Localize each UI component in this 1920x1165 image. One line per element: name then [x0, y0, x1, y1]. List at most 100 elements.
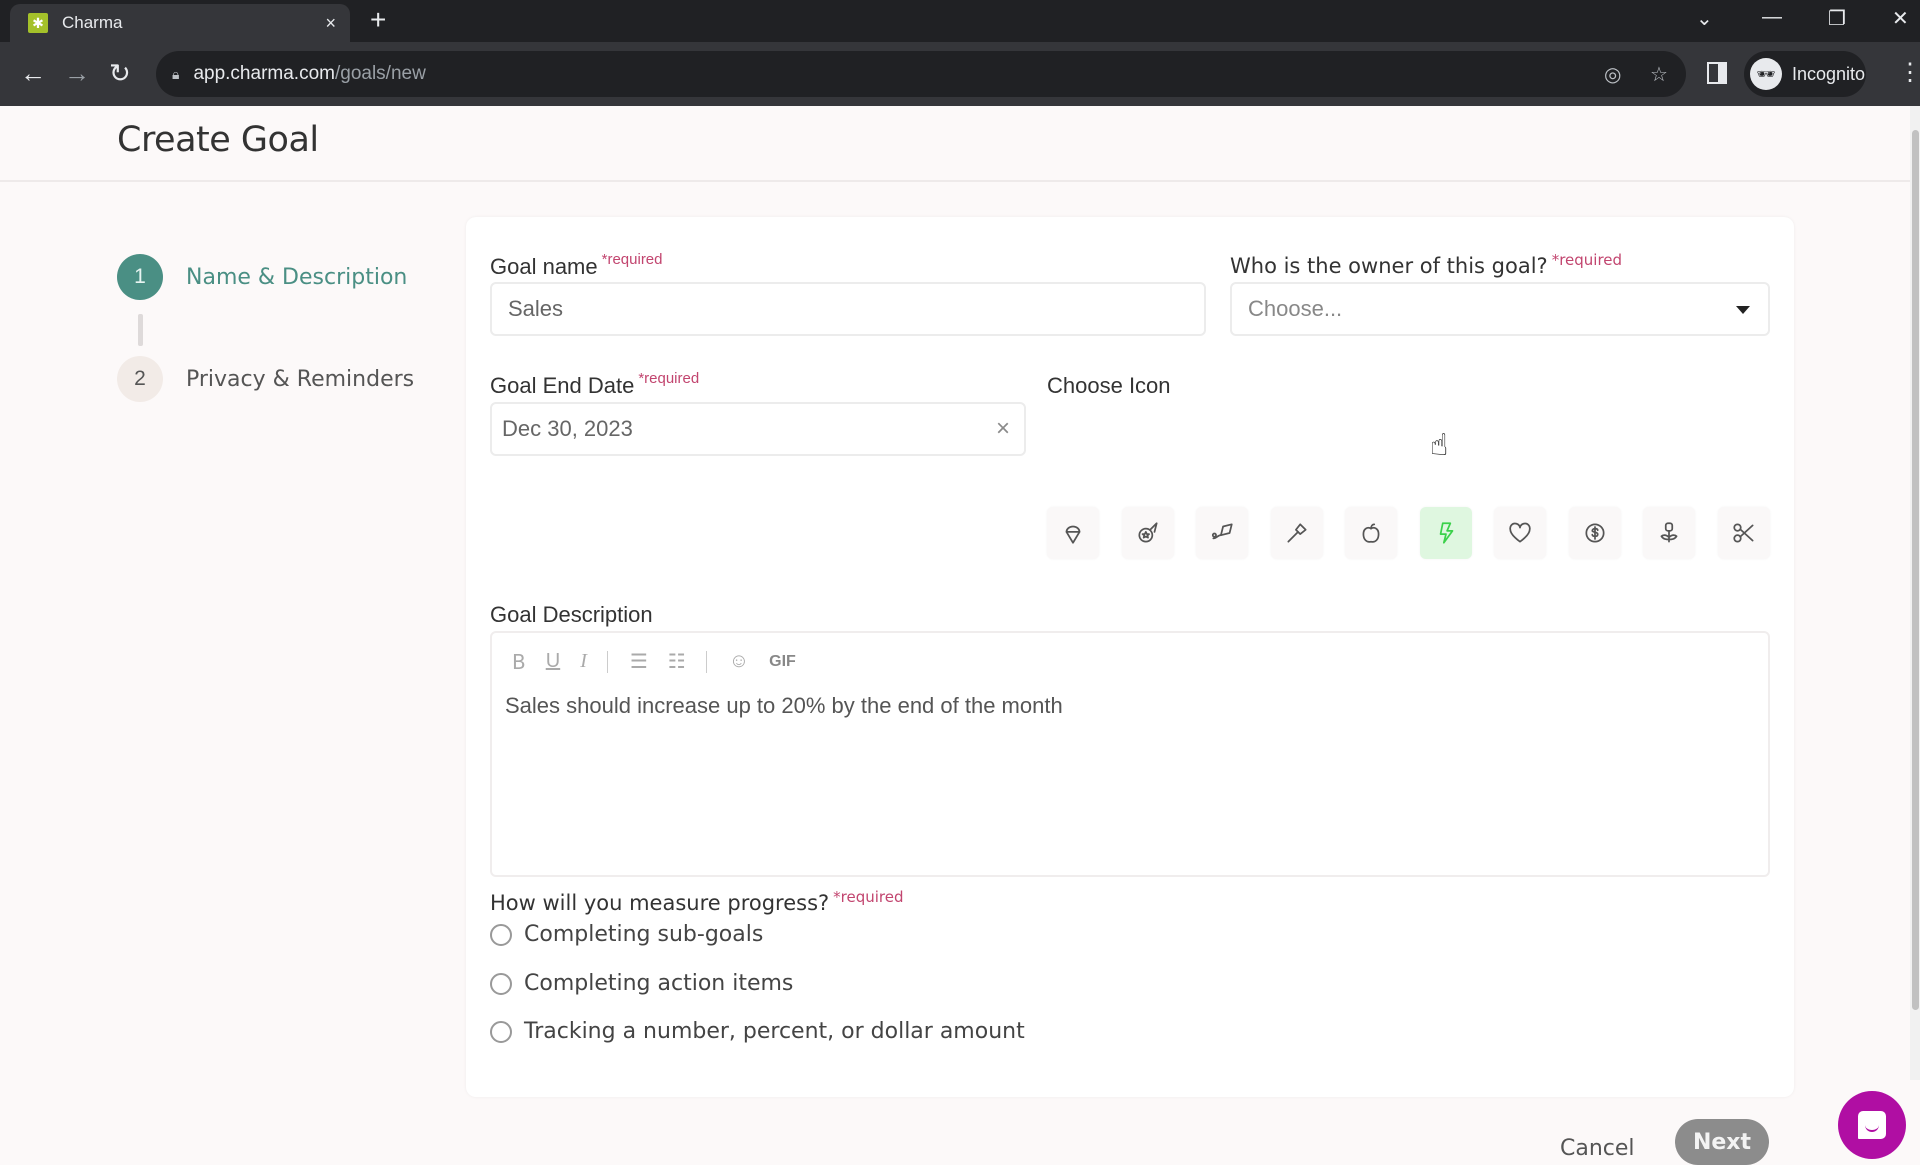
goal-name-input[interactable]: Sales: [490, 282, 1206, 336]
editor-toolbar: B U I ☰ ☷ ☺ GIF: [512, 649, 816, 674]
icon-option-meteor[interactable]: [1121, 507, 1174, 559]
radio-label: Completing action items: [524, 971, 794, 996]
browser-toolbar: ← → ↻ 🔒︎ app.charma.com/goals/new ◎ ☆ 🕶︎…: [0, 42, 1920, 106]
toolbar-divider: [606, 650, 608, 673]
new-tab-button[interactable]: +: [370, 6, 386, 34]
lightning-icon: [1439, 522, 1453, 544]
end-date-label: Goal End Date *required: [490, 370, 700, 398]
eye-off-icon[interactable]: ◎: [1604, 62, 1621, 87]
forward-icon[interactable]: →: [64, 58, 90, 88]
required-tag: *required: [601, 251, 663, 268]
more-icon[interactable]: ⋮: [1898, 60, 1920, 86]
browser-tab-strip: ✱ Charma × + ⌄ — ❐ ✕: [0, 0, 1920, 42]
emoji-icon[interactable]: ☺: [729, 650, 749, 673]
icon-option-dollar[interactable]: [1568, 507, 1621, 559]
gif-button[interactable]: GIF: [769, 653, 796, 671]
tab-search-icon[interactable]: ⌄: [1696, 6, 1713, 31]
owner-placeholder: Choose...: [1248, 296, 1343, 321]
icon-option-scissors[interactable]: [1717, 507, 1770, 559]
bold-button[interactable]: B: [512, 650, 526, 674]
radio-label: Completing sub-goals: [524, 922, 764, 947]
reload-icon[interactable]: ↻: [109, 58, 131, 88]
minimize-icon[interactable]: —: [1762, 6, 1782, 29]
icon-picker: [1047, 507, 1792, 559]
step-number: 2: [117, 356, 163, 402]
step-privacy-reminders[interactable]: 2 Privacy & Reminders: [117, 356, 414, 402]
meteor-icon: [1137, 522, 1158, 543]
step-name-description[interactable]: 1 Name & Description: [117, 254, 407, 300]
icon-option-flower[interactable]: [1643, 507, 1695, 559]
goal-form-card: Goal name *required Sales Who is the owne…: [466, 217, 1794, 1165]
owner-select[interactable]: Choose...: [1230, 282, 1770, 336]
icon-option-lightning[interactable]: [1419, 507, 1472, 559]
step-label: Name & Description: [186, 264, 408, 290]
required-tag: *required: [638, 370, 700, 387]
close-window-icon[interactable]: ✕: [1892, 6, 1909, 31]
ice-cream-icon: [1065, 525, 1081, 544]
italic-button[interactable]: I: [580, 650, 587, 673]
description-text: Sales should increase up to 20% by the e…: [505, 693, 1063, 718]
icon-option-kite[interactable]: [1196, 507, 1248, 559]
measure-option-tracking[interactable]: Tracking a number, percent, or dollar am…: [490, 1019, 1025, 1044]
incognito-icon: 🕶︎: [1750, 58, 1782, 90]
icon-option-heart[interactable]: [1494, 507, 1546, 559]
dollar-badge-icon: [1584, 523, 1605, 543]
icon-option-ice-cream[interactable]: [1047, 507, 1099, 559]
url-host: app.charma.com: [193, 63, 335, 84]
description-label: Goal Description: [490, 602, 653, 627]
lock-icon: 🔒︎: [172, 65, 180, 82]
heart-icon: [1509, 522, 1531, 543]
measure-option-subgoals[interactable]: Completing sub-goals: [490, 922, 763, 947]
browser-tab[interactable]: ✱ Charma ×: [10, 4, 350, 42]
next-button[interactable]: Next: [1675, 1119, 1769, 1165]
radio-label: Tracking a number, percent, or dollar am…: [524, 1019, 1025, 1044]
required-tag: *required: [833, 888, 904, 906]
radio-button[interactable]: [490, 923, 512, 946]
end-date-value: Dec 30, 2023: [502, 416, 633, 441]
kite-icon: [1211, 523, 1233, 540]
url-path: /goals/new: [334, 63, 426, 84]
star-icon[interactable]: ☆: [1650, 62, 1668, 87]
pointer-cursor-icon: ☝︎: [1430, 429, 1449, 462]
step-number: 1: [117, 254, 163, 300]
scissors-icon: [1732, 523, 1754, 543]
tab-title: Charma: [62, 13, 123, 32]
goal-name-label: Goal name *required: [490, 251, 663, 279]
charma-favicon-icon: ✱: [28, 13, 48, 33]
back-icon[interactable]: ←: [20, 58, 46, 88]
step-connector: [138, 314, 143, 346]
address-bar[interactable]: 🔒︎ app.charma.com/goals/new ◎ ☆: [156, 51, 1686, 97]
icon-option-hammer[interactable]: [1270, 507, 1323, 559]
step-label: Privacy & Reminders: [186, 366, 415, 392]
clear-date-icon[interactable]: ×: [996, 415, 1010, 443]
icon-option-apple[interactable]: [1345, 507, 1397, 559]
page-title: Create Goal: [117, 120, 319, 160]
underline-button[interactable]: U: [546, 650, 560, 673]
cancel-button[interactable]: Cancel: [1560, 1136, 1635, 1161]
restore-icon[interactable]: ❐: [1828, 6, 1846, 31]
profile-label: Incognito: [1792, 63, 1866, 84]
chat-icon: [1858, 1111, 1886, 1139]
scrollbar-thumb[interactable]: [1912, 130, 1919, 1010]
tab-close-icon[interactable]: ×: [325, 13, 336, 34]
apple-icon: [1362, 523, 1380, 543]
measure-label: How will you measure progress? *required: [490, 888, 904, 915]
page: Create Goal 1 Name & Description 2 Priva…: [0, 106, 1910, 1165]
choose-icon-label: Choose Icon: [1047, 373, 1171, 398]
goal-name-value: Sales: [508, 296, 564, 321]
toolbar-divider: [705, 650, 707, 673]
side-panel-icon[interactable]: [1707, 62, 1727, 84]
owner-label: Who is the owner of this goal? *required: [1230, 251, 1623, 278]
radio-button[interactable]: [490, 1020, 512, 1043]
description-editor[interactable]: B U I ☰ ☷ ☺ GIF Sales should increase up…: [490, 631, 1770, 877]
required-tag: *required: [1551, 251, 1623, 269]
page-header: Create Goal: [0, 106, 1910, 182]
end-date-input[interactable]: Dec 30, 2023 ×: [490, 402, 1026, 456]
numbered-list-icon[interactable]: ☷: [668, 649, 686, 674]
measure-option-action-items[interactable]: Completing action items: [490, 971, 793, 996]
flower-icon: [1660, 522, 1678, 543]
bullet-list-icon[interactable]: ☰: [630, 649, 648, 674]
chat-launcher-button[interactable]: [1838, 1091, 1906, 1159]
incognito-profile-button[interactable]: 🕶︎ Incognito: [1744, 51, 1866, 97]
radio-button[interactable]: [490, 972, 512, 995]
